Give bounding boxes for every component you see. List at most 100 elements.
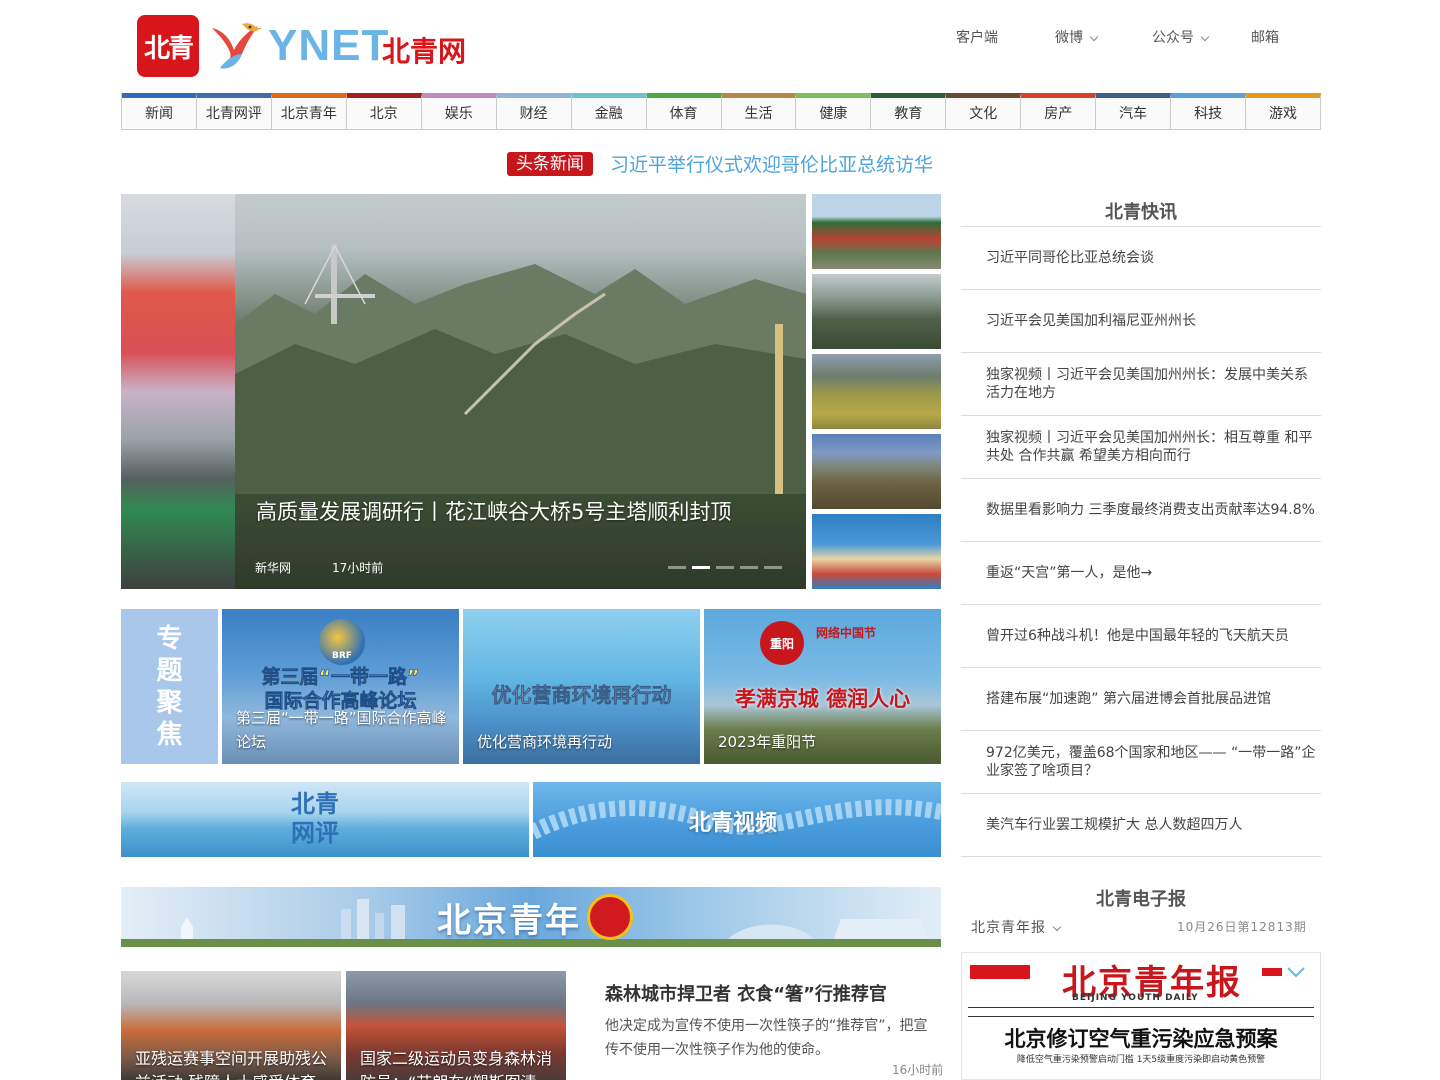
headline-link[interactable]: 习近平举行仪式欢迎哥伦比亚总统访华 [610, 150, 933, 177]
bird-logo-icon [212, 23, 262, 69]
brf-badge: BRF [319, 619, 365, 665]
beijing-youth-banner-text: 北京青年 [437, 901, 581, 941]
youth-story-title[interactable]: 森林城市捍卫者 衣食“箸”行推荐官 [605, 980, 887, 1006]
kuaixun-item[interactable]: 独家视频丨习近平会见美国加州州长：发展中美关系活力在地方 [961, 353, 1321, 416]
carousel-thumb[interactable] [812, 354, 941, 429]
carousel-dots [668, 566, 782, 569]
topic-caption[interactable]: 2023年重阳节 [718, 730, 931, 754]
banner-video[interactable]: 北青视频 [533, 782, 941, 857]
site-logo[interactable]: 北青 [137, 15, 199, 77]
top-link-client[interactable]: 客户端 [956, 27, 998, 47]
carousel-title[interactable]: 高质量发展调研行丨花江峡谷大桥5号主塔顺利封顶 [256, 496, 731, 526]
topic-label-char: 聚 [156, 687, 183, 718]
nav-item[interactable]: 体育 [646, 93, 722, 129]
topic-big-text: 优化营商环境再行动 [491, 683, 672, 708]
top-link-weibo[interactable]: 微博 [1055, 27, 1099, 47]
kuaixun-item[interactable]: 曾开过6种战斗机！他是中国最年轻的飞天航天员 [961, 605, 1321, 668]
paper-left-logo-icon [970, 965, 1030, 979]
youth-news-card[interactable]: 国家二级运动员变身森林消防员：“节朗在“塑斯图清 [346, 971, 566, 1080]
brand-en[interactable]: YNET [268, 24, 389, 68]
nav-item[interactable]: 汽车 [1096, 93, 1172, 129]
chevron-down-icon [1052, 922, 1062, 932]
carousel-source: 新华网 [255, 561, 292, 575]
youth-story-desc: 他决定成为宣传不使用一次性筷子的“推荐官”，把宣传不使用一次性筷子作为他的使命。 [605, 1018, 928, 1058]
topic-label-char: 专 [156, 623, 183, 654]
carousel-thumb[interactable] [812, 194, 941, 269]
carousel-dot[interactable] [740, 566, 758, 569]
nav-item[interactable]: 金融 [571, 93, 647, 129]
nav-item[interactable]: 生活 [721, 93, 797, 129]
chevron-down-icon [1089, 32, 1099, 42]
nav-item[interactable]: 新闻 [122, 93, 197, 129]
kuaixun-item[interactable]: 972亿美元，覆盖68个国家和地区—— “一带一路”企业家签了啥项目？ [961, 731, 1321, 794]
youth-news-caption[interactable]: 亚残运赛事空间开展助残公益活动 残障人士感受体育 [135, 1047, 331, 1080]
top-link-wechat[interactable]: 公众号 [1152, 27, 1210, 47]
top-link-mail[interactable]: 邮箱 [1251, 27, 1279, 47]
chevron-down-icon [1200, 32, 1210, 42]
nav-item[interactable]: 财经 [496, 93, 572, 129]
brand-cn[interactable]: 北青网 [382, 30, 466, 70]
epaper-title: 北青电子报 [1096, 889, 1186, 910]
youth-league-emblem-icon [587, 894, 633, 940]
paper-headline: 北京修订空气重污染应急预案 [1004, 1026, 1278, 1051]
hero-carousel[interactable]: 高质量发展调研行丨花江峡谷大桥5号主塔顺利封顶 新华网 17小时前 [121, 194, 806, 589]
carousel-prev-slide-image [121, 194, 235, 589]
carousel-time: 17小时前 [332, 561, 384, 575]
top-headline: 头条新闻 习近平举行仪式欢迎哥伦比亚总统访华 [0, 150, 1440, 177]
topic-label-char: 焦 [156, 719, 183, 750]
carousel-thumb[interactable] [812, 434, 941, 509]
headline-badge: 头条新闻 [506, 151, 593, 176]
carousel-dot[interactable] [716, 566, 734, 569]
youth-news-caption[interactable]: 国家二级运动员变身森林消防员：“节朗在“塑斯图清 [360, 1047, 556, 1080]
topic-card-brf[interactable]: BRF 第三届“一带一路” 国际合作高峰论坛 第三届“一带一路”国际合作高峰论坛 [222, 609, 459, 764]
topic-label-char: 题 [156, 655, 183, 686]
topic-card-chongyang[interactable]: 重阳 网络中国节 孝满京城 德润人心 2023年重阳节 [704, 609, 941, 764]
epaper-selector[interactable]: 北京青年报 [971, 917, 1062, 937]
chongyang-seal-icon: 重阳 [760, 621, 804, 665]
youth-story-time: 16小时前 [892, 1063, 944, 1077]
nav-item[interactable]: 娱乐 [421, 93, 497, 129]
topic-card-business[interactable]: 优化营商环境再行动 优化营商环境再行动 [463, 609, 700, 764]
kuaixun-item[interactable]: 习近平会见美国加利福尼亚州州长 [961, 290, 1321, 353]
nav-item[interactable]: 北青网评 [196, 93, 272, 129]
kuaixun-item[interactable]: 数据里看影响力 三季度最终消费支出贡献率达94.8% [961, 479, 1321, 542]
epaper-front-page[interactable]: 北京青年报 BEIJING YOUTH DAILY 北京修订空气重污染应急预案 … [961, 952, 1321, 1080]
kuaixun-title: 北青快讯 [1105, 202, 1177, 223]
nav-item[interactable]: 北京 [346, 93, 422, 129]
nav-item[interactable]: 健康 [796, 93, 872, 129]
paper-right-logo-icon [1262, 967, 1305, 978]
carousel-thumb[interactable] [812, 274, 941, 349]
nav-item[interactable]: 北京青年 [271, 93, 347, 129]
banner-pinglun-text: 北青 网评 [291, 790, 339, 847]
page: 北青 YNET 北青网 客户端 微博 公众号 邮箱 新闻 北青网评 北京青年 北京 娱乐… [0, 0, 1440, 1080]
nav-item[interactable]: 房产 [1021, 93, 1097, 129]
festival-logo-icon: 网络中国节 [816, 626, 877, 640]
nav-item[interactable]: 科技 [1171, 93, 1247, 129]
mountain-landscape-image [235, 244, 806, 494]
beijing-youth-banner[interactable]: 北京青年 [121, 887, 941, 947]
carousel-dot[interactable] [668, 566, 686, 569]
kuaixun-item[interactable]: 美汽车行业罢工规模扩大 总人数超四万人 [961, 794, 1321, 857]
carousel-dot[interactable] [692, 566, 710, 569]
kuaixun-item[interactable]: 重返“天宫”第一人，是他→ [961, 542, 1321, 605]
carousel-thumb[interactable] [812, 514, 941, 589]
topic-section-label: 专 题 聚 焦 [121, 609, 218, 764]
nav-item[interactable]: 游戏 [1246, 93, 1321, 129]
kuaixun-item[interactable]: 习近平同哥伦比亚总统会谈 [961, 227, 1321, 290]
topic-caption[interactable]: 第三届“一带一路”国际合作高峰论坛 [236, 706, 449, 754]
carousel-dot[interactable] [764, 566, 782, 569]
banner-pinglun[interactable]: 北青 网评 [121, 782, 529, 857]
paper-masthead-en: BEIJING YOUTH DAILY [1072, 993, 1199, 1003]
paper-rule [968, 1007, 1314, 1017]
epaper-date: 10月26日第12813期 [1177, 920, 1307, 934]
youth-news-card[interactable]: 亚残运赛事空间开展助残公益活动 残障人士感受体育 [121, 971, 341, 1080]
topic-big-text: 孝满京城 德润人心 [734, 686, 911, 711]
nav-item[interactable]: 教育 [871, 93, 947, 129]
main-nav: 新闻 北青网评 北京青年 北京 娱乐 财经 金融 体育 生活 健康 教育 文化 房产 汽车 科技 游戏 [121, 93, 1321, 130]
nav-item[interactable]: 文化 [946, 93, 1022, 129]
banner-video-text: 北青视频 [689, 811, 778, 836]
kuaixun-item[interactable]: 搭建布展“加速跑” 第六届进博会首批展品进馆 [961, 668, 1321, 731]
carousel-thumbnails [812, 194, 941, 594]
kuaixun-item[interactable]: 独家视频丨习近平会见美国加州州长：相互尊重 和平共处 合作共赢 希望美方相向而行 [961, 416, 1321, 479]
topic-caption[interactable]: 优化营商环境再行动 [477, 730, 690, 754]
